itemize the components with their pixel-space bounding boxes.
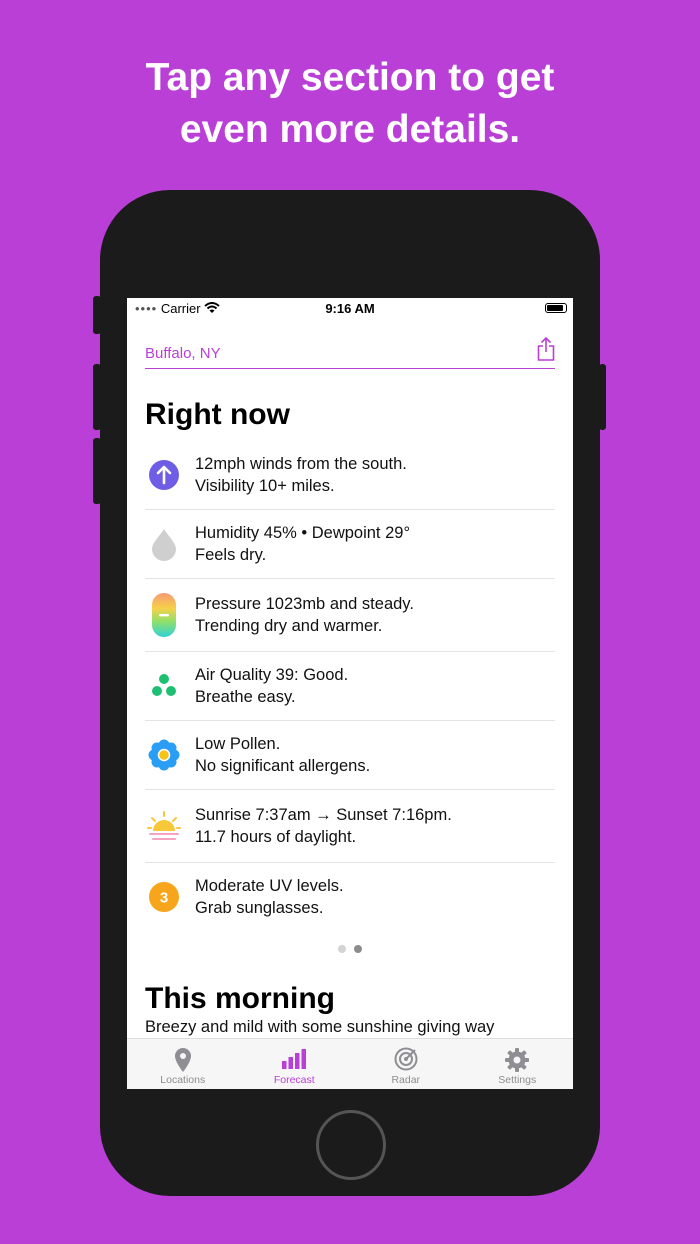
uv-badge-value: 3 — [160, 890, 168, 907]
humidity-drop-icon — [152, 529, 176, 561]
uv-summary: Moderate UV levels. — [195, 877, 344, 895]
air-quality-icon — [152, 674, 176, 696]
map-pin-icon — [174, 1048, 191, 1072]
right-now-title: Right now — [145, 398, 290, 431]
uv-index-icon: 3 — [149, 882, 179, 912]
tab-label: Forecast — [273, 1074, 315, 1086]
clock: 9:16 AM — [325, 301, 375, 316]
tab-label: Settings — [498, 1074, 537, 1086]
pressure-row[interactable]: Pressure 1023mb and steady. Trending dry… — [145, 579, 555, 652]
page-indicator[interactable] — [127, 940, 573, 958]
battery-icon — [545, 303, 567, 313]
uv-advice: Grab sunglasses. — [195, 899, 324, 917]
wind-arrow-icon — [149, 460, 179, 490]
list-item-text: Low Pollen. No significant allergens. — [195, 733, 370, 777]
tab-forecast[interactable]: Forecast — [239, 1039, 351, 1089]
sunrise-row[interactable]: Sunrise 7:37am → Sunset 7:16pm. 11.7 hou… — [145, 790, 555, 863]
visibility-summary: Visibility 10+ miles. — [195, 477, 335, 495]
mute-switch — [93, 296, 101, 334]
wind-row[interactable]: 12mph winds from the south. Visibility 1… — [145, 441, 555, 510]
air-quality-summary: Air Quality 39: Good. — [195, 666, 349, 684]
pressure-gauge-icon — [152, 593, 176, 637]
home-button[interactable] — [316, 1110, 386, 1180]
humidity-summary: Humidity 45% • Dewpoint 29° — [195, 524, 411, 542]
volume-down-button — [93, 438, 101, 504]
air-quality-row[interactable]: Air Quality 39: Good. Breathe easy. — [145, 652, 555, 721]
tab-bar: Locations Forecast Radar Settings — [127, 1038, 573, 1089]
location-header[interactable]: Buffalo, NY — [145, 334, 555, 369]
list-item-text: Air Quality 39: Good. Breathe easy. — [195, 664, 348, 708]
list-item-text: Pressure 1023mb and steady. Trending dry… — [195, 593, 414, 637]
tab-settings[interactable]: Settings — [462, 1039, 574, 1089]
list-item-text: 12mph winds from the south. Visibility 1… — [195, 453, 407, 497]
pressure-summary: Pressure 1023mb and steady. — [195, 595, 414, 613]
pollen-row[interactable]: Low Pollen. No significant allergens. — [145, 721, 555, 790]
conditions-list: 12mph winds from the south. Visibility 1… — [145, 441, 555, 931]
location-name[interactable]: Buffalo, NY — [145, 345, 221, 362]
volume-up-button — [93, 364, 101, 430]
this-morning-title: This morning — [145, 982, 335, 1015]
status-bar: •••• Carrier 9:16 AM — [127, 298, 573, 320]
promo-line-1: Tap any section to get — [145, 56, 555, 99]
uv-row[interactable]: 3 Moderate UV levels. Grab sunglasses. — [145, 863, 555, 931]
list-item-text: Humidity 45% • Dewpoint 29° Feels dry. — [195, 522, 410, 566]
promo-headline: Tap any section to get even more details… — [0, 52, 700, 156]
tab-label: Radar — [391, 1074, 421, 1086]
bar-chart-icon — [282, 1049, 307, 1069]
page-dot[interactable] — [337, 945, 346, 953]
promo-line-2: even more details. — [179, 108, 521, 151]
gear-icon — [505, 1048, 530, 1072]
power-button — [599, 364, 606, 430]
pollen-flower-icon — [148, 739, 180, 771]
list-item-text: Moderate UV levels. Grab sunglasses. — [195, 875, 344, 919]
tab-radar[interactable]: Radar — [350, 1039, 462, 1089]
share-icon[interactable] — [537, 336, 555, 362]
pollen-summary: Low Pollen. — [195, 735, 281, 753]
humidity-row[interactable]: Humidity 45% • Dewpoint 29° Feels dry. — [145, 510, 555, 579]
pollen-detail: No significant allergens. — [195, 757, 371, 775]
app-screen: •••• Carrier 9:16 AM Buffalo, NY Right n… — [127, 298, 573, 1089]
list-item-text: Sunrise 7:37am → Sunset 7:16pm. 11.7 hou… — [195, 804, 452, 848]
this-morning-summary: Breezy and mild with some sunshine givin… — [145, 1018, 495, 1036]
humidity-feel: Feels dry. — [195, 546, 267, 564]
sunrise-sunset-times: Sunrise 7:37am → Sunset 7:16pm. — [195, 806, 452, 824]
tab-label: Locations — [160, 1074, 206, 1086]
sunrise-icon — [147, 811, 181, 840]
wind-summary: 12mph winds from the south. — [195, 455, 407, 473]
tab-locations[interactable]: Locations — [127, 1039, 239, 1089]
air-quality-advice: Breathe easy. — [195, 688, 296, 706]
pressure-trend: Trending dry and warmer. — [195, 617, 383, 635]
daylight-hours: 11.7 hours of daylight. — [195, 828, 357, 846]
page-dot-active[interactable] — [354, 945, 363, 953]
radar-icon — [394, 1047, 418, 1071]
